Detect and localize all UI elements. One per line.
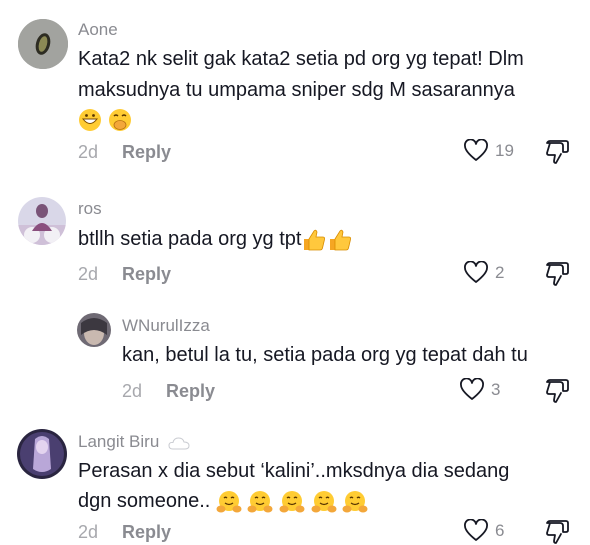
reply-button[interactable]: Reply (122, 142, 171, 163)
cloud-icon (168, 436, 190, 450)
comment-username[interactable]: Aone (78, 20, 118, 40)
like-button[interactable]: 19 (463, 139, 514, 163)
avatar[interactable] (18, 197, 66, 245)
thumbs-up-emoji (327, 228, 353, 252)
comment-text-line: dgn someone.. (78, 486, 368, 517)
comment-text-fragment: btllh setia pada org yg tpt (78, 228, 302, 250)
heart-icon (463, 519, 489, 543)
hugging-face-emoji (247, 490, 273, 514)
comment-timestamp: 2d (78, 264, 99, 284)
avatar[interactable] (77, 313, 111, 347)
heart-icon (463, 139, 489, 163)
comment-timestamp: 2d (78, 142, 99, 162)
hugging-face-emoji (342, 490, 368, 514)
comment-emoji-row (78, 104, 132, 135)
comment-text-line: maksudnya tu umpama sniper sdg M sasaran… (78, 75, 515, 106)
comment-text-line: kan, betul la tu, setia pada org yg tepa… (122, 344, 528, 366)
like-count: 6 (495, 521, 505, 540)
dislike-button[interactable] (544, 378, 570, 404)
comment-username[interactable]: WNurulIzza (122, 316, 210, 336)
thumbs-down-icon (544, 139, 570, 165)
like-button[interactable]: 3 (459, 378, 500, 402)
hugging-face-emoji (279, 490, 305, 514)
thumbs-up-emoji (301, 228, 327, 252)
like-count: 2 (495, 263, 505, 282)
grinning-face-emoji (78, 108, 102, 132)
reply-button[interactable]: Reply (122, 264, 171, 285)
username-text: Langit Biru (78, 432, 160, 451)
like-count: 3 (491, 380, 501, 399)
reply-button[interactable]: Reply (166, 381, 215, 402)
dislike-button[interactable] (544, 261, 570, 287)
like-button[interactable]: 2 (463, 261, 504, 285)
comment-username[interactable]: ros (78, 199, 102, 219)
comment-text-line: btllh setia pada org yg tpt (78, 224, 353, 255)
hugging-face-emoji (311, 490, 337, 514)
avatar[interactable] (18, 19, 68, 69)
avatar[interactable] (17, 429, 67, 479)
comment-timestamp: 2d (122, 381, 143, 401)
like-count: 19 (495, 141, 514, 160)
thumbs-down-icon (544, 519, 570, 545)
thumbs-down-icon (544, 261, 570, 287)
heart-icon (463, 261, 489, 285)
comment-text-line: Kata2 nk selit gak kata2 setia pd org yg… (78, 48, 524, 70)
thumbs-down-icon (544, 378, 570, 404)
dislike-button[interactable] (544, 139, 570, 165)
comment-text-fragment: maksudnya tu umpama sniper sdg M sasaran… (78, 79, 515, 101)
face-with-hand-over-mouth-emoji (108, 108, 132, 132)
comment-username[interactable]: Langit Biru (78, 432, 190, 452)
comment-text-fragment: dgn someone.. (78, 490, 211, 512)
like-button[interactable]: 6 (463, 519, 504, 543)
comment-text-line: Perasan x dia sebut ‘kalini’..mksdnya di… (78, 460, 510, 482)
heart-icon (459, 378, 485, 402)
dislike-button[interactable] (544, 519, 570, 545)
hugging-face-emoji (216, 490, 242, 514)
